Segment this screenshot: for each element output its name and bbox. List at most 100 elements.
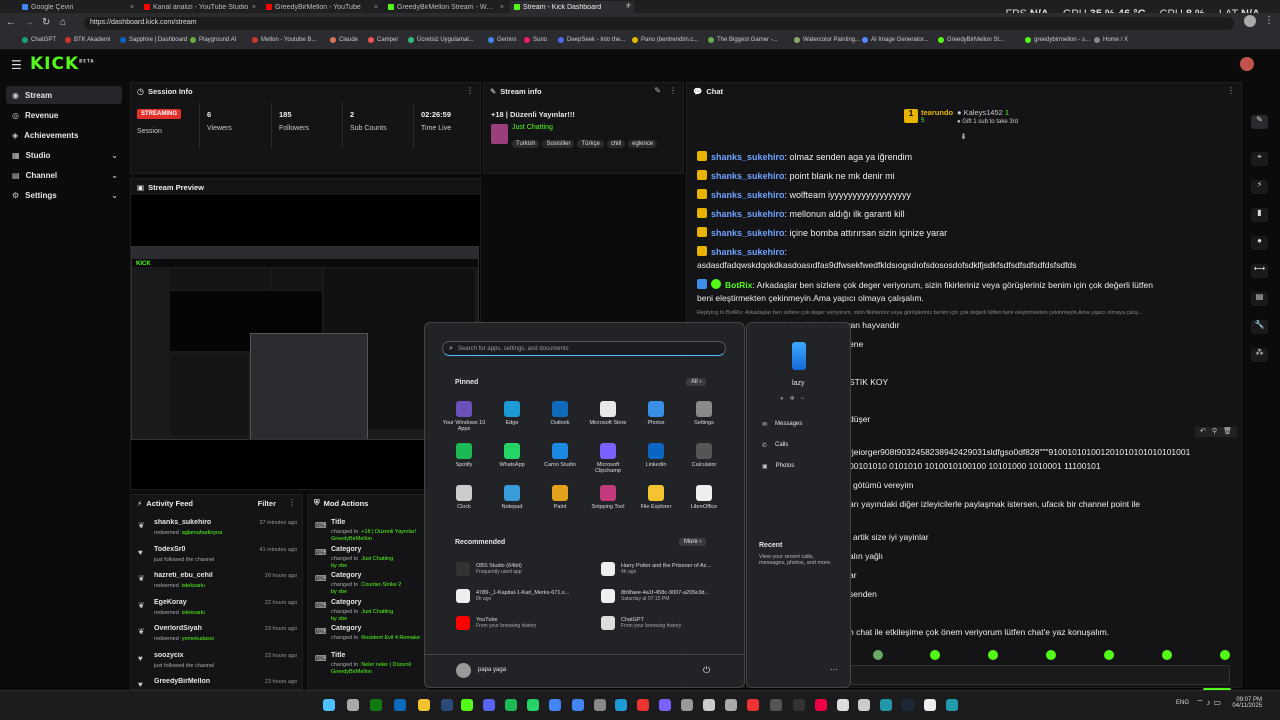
browser-tab[interactable]: Stream - Kick Dashboard × (510, 1, 634, 13)
activity-user[interactable]: EgeKoray (154, 599, 254, 606)
bookmark-item[interactable]: Pano (bentrendim.c... (632, 37, 698, 43)
app-calculator[interactable]: Calculator (680, 443, 728, 468)
app-icon[interactable] (793, 699, 805, 711)
app-icon[interactable] (659, 699, 671, 711)
phone-item-photos[interactable]: ▣ Photos (762, 463, 794, 470)
top-user[interactable]: tearundo (921, 108, 953, 117)
botrix-user[interactable]: BotRix (725, 280, 752, 290)
chat-menu-icon[interactable]: ⋮ (1227, 86, 1235, 95)
app-icon[interactable] (924, 699, 936, 711)
emote-icon[interactable] (873, 650, 883, 660)
bookmark-item[interactable]: Watercolor Painting... (794, 37, 860, 43)
search-icon[interactable] (347, 699, 359, 711)
emote-icon[interactable] (930, 650, 940, 660)
app-camo-studio[interactable]: Camo Studio (536, 443, 584, 468)
trash-icon[interactable]: ▮ (1251, 208, 1268, 222)
bookmark-item[interactable]: The Biggest Gamer -... (708, 37, 778, 43)
crosshair-icon[interactable]: ⌖ (1251, 152, 1268, 166)
start-user-name[interactable]: papa yaga (478, 667, 506, 673)
close-icon[interactable]: × (500, 4, 504, 11)
mail-icon[interactable] (394, 699, 406, 711)
discord-icon[interactable] (483, 699, 495, 711)
app-linkedin[interactable]: LinkedIn (632, 443, 680, 468)
forward-icon[interactable]: → (24, 17, 34, 28)
app-whatsapp[interactable]: WhatsApp (488, 443, 536, 468)
app-icon[interactable] (770, 699, 782, 711)
bookmark-item[interactable]: Sapphire | Dashboard (120, 37, 187, 43)
save-icon[interactable]: ▤ (1251, 292, 1268, 306)
bookmark-item[interactable]: Playground AI (190, 37, 236, 43)
language-indicator[interactable]: ENG (1176, 700, 1189, 706)
app-microsoft-clipchamp[interactable]: Microsoft Clipchamp (584, 443, 632, 474)
bookmark-item[interactable]: greedybirmellon - s... (1025, 37, 1090, 43)
app-outlook[interactable]: Outlook (536, 401, 584, 426)
profile-avatar[interactable] (1244, 15, 1256, 27)
app-microsoft-store[interactable]: Microsoft Store (584, 401, 632, 426)
emote-icon[interactable] (1104, 650, 1114, 660)
stream-tag[interactable]: eglence (628, 140, 658, 148)
app-icon[interactable] (837, 699, 849, 711)
chat-username[interactable]: shanks_sukehiro (711, 209, 785, 219)
app-icon[interactable] (946, 699, 958, 711)
pin-toggle-icon[interactable]: ⇟ (960, 132, 967, 141)
chat-username[interactable]: shanks_sukehiro (711, 228, 785, 238)
app-icon[interactable] (681, 699, 693, 711)
stream-tag[interactable]: Turkish (512, 140, 540, 148)
app-libreoffice[interactable]: LibreOffice (680, 485, 728, 510)
bookmark-item[interactable]: Claude (330, 37, 358, 43)
chevron-down-icon[interactable]: ⌄ (111, 191, 118, 200)
new-tab-button[interactable]: + (626, 0, 631, 10)
app-icon[interactable] (725, 699, 737, 711)
browser-tab[interactable]: Kanal analizi - YouTube Studio × (140, 1, 260, 13)
hamburger-icon[interactable]: ☰ (11, 58, 22, 72)
activity-user[interactable]: soozycix (154, 652, 254, 659)
whatsapp-icon[interactable] (527, 699, 539, 711)
edge-icon[interactable] (615, 699, 627, 711)
emote-icon[interactable] (1046, 650, 1056, 660)
recommended-item[interactable]: OBS Studio (64bit) Frequently used app (456, 562, 596, 576)
start-search[interactable]: ⌕ Search for apps, settings, and documen… (442, 341, 726, 356)
stream-tag[interactable]: Sosisliler (542, 140, 575, 148)
app-edge[interactable]: Edge (488, 401, 536, 426)
stream-tag[interactable]: Türkçe (577, 140, 604, 148)
emote-icon[interactable] (1162, 650, 1172, 660)
sidebar-item-achievements[interactable]: ◈ Achievements (6, 126, 122, 144)
browser-tab[interactable]: GreedyBirMellon - YouTube × (262, 1, 382, 13)
link-icon[interactable]: ⟷ (1251, 264, 1268, 278)
recommended-item[interactable]: 4789-_1-Kapital-1-Karl_Merks-671.x... 8h … (456, 589, 596, 603)
bookmark-item[interactable]: Camper (368, 37, 398, 43)
app-snipping-tool[interactable]: Snipping Tool (584, 485, 632, 510)
emote-icon[interactable] (1220, 650, 1230, 660)
stream-tag[interactable]: chill (606, 140, 626, 148)
activity-user[interactable]: shanks_sukehiro (154, 519, 254, 526)
recommended-item[interactable]: Harry Potter and the Prisoner of Az... 4h… (601, 562, 741, 576)
tray-icons[interactable]: ⌔♪▭ (1196, 698, 1224, 708)
bookmark-item[interactable]: GreedyBirMellon St... (938, 37, 1004, 43)
session-menu-icon[interactable]: ⋮ (466, 86, 474, 95)
app-notepad[interactable]: Notepad (488, 485, 536, 510)
chat-username[interactable]: shanks_sukehiro (711, 190, 785, 200)
message-actions[interactable]: ↶ ⚲ 🗑 (1195, 427, 1237, 437)
bookmark-item[interactable]: Mellon - Youtube B... (252, 37, 316, 43)
sidebar-item-channel[interactable]: ▤ Channel ⌄ (6, 166, 122, 184)
app-paint[interactable]: Paint (536, 485, 584, 510)
stream-info-menu-icon[interactable]: ⋮ (669, 86, 677, 95)
url-bar[interactable]: https://dashboard.kick.com/stream (84, 17, 1234, 30)
app-icon[interactable] (858, 699, 870, 711)
reload-icon[interactable]: ↻ (42, 17, 50, 28)
browser-tab[interactable]: GreedyBirMellon Stream - Watch... × (384, 1, 508, 13)
kick-icon[interactable] (461, 699, 473, 711)
bookmark-item[interactable]: ChatGPT (22, 37, 56, 43)
stream-category[interactable]: Just Chatting (512, 124, 553, 131)
chat-username[interactable]: shanks_sukehiro (711, 152, 785, 162)
back-icon[interactable]: ← (6, 17, 16, 28)
app-spotify[interactable]: Spotify (440, 443, 488, 468)
message-icon[interactable]: ● (1251, 236, 1268, 250)
chat-username[interactable]: shanks_sukehiro (711, 171, 785, 181)
wrench-icon[interactable]: 🔧 (1251, 320, 1268, 334)
user-avatar-start[interactable] (456, 663, 471, 678)
edit-rail-icon[interactable]: ✎ (1251, 115, 1268, 129)
activity-user[interactable]: GreedyBirMellon (154, 678, 254, 685)
bookmark-item[interactable]: BTK Akademi (65, 37, 110, 43)
activity-user[interactable]: OverlordSiyah (154, 625, 254, 632)
